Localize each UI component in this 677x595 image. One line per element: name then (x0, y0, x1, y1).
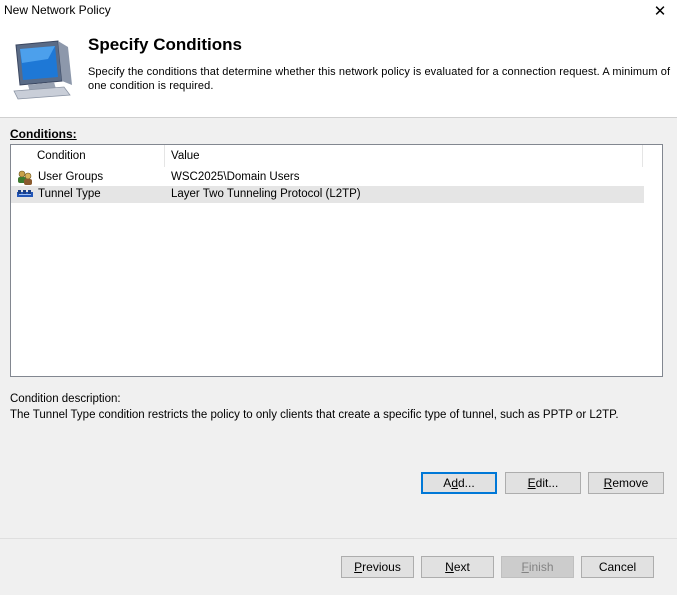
conditions-list[interactable]: Condition Value User Groups WSC2025\Doma… (10, 144, 663, 377)
close-button[interactable]: ✕ (643, 0, 677, 21)
page-title: Specify Conditions (88, 35, 242, 54)
cancel-button[interactable]: Cancel (581, 556, 654, 578)
vertical-scrollbar[interactable] (644, 145, 662, 376)
close-icon: ✕ (653, 2, 667, 20)
column-header-value[interactable]: Value (165, 145, 643, 167)
edit-button[interactable]: Edit... (505, 472, 581, 494)
condition-value: WSC2025\Domain Users (171, 171, 300, 183)
tunnel-type-icon (17, 190, 33, 197)
page-description: Specify the conditions that determine wh… (88, 66, 671, 92)
add-button[interactable]: Add... (421, 472, 497, 494)
list-item[interactable]: Tunnel Type Layer Two Tunneling Protocol… (11, 186, 644, 203)
remove-button[interactable]: Remove (588, 472, 664, 494)
condition-description-label: Condition description: (10, 393, 121, 405)
list-header: Condition Value (11, 145, 644, 167)
conditions-label: Conditions: (10, 127, 77, 141)
list-item[interactable]: User Groups WSC2025\Domain Users (11, 169, 644, 186)
condition-name: Tunnel Type (38, 188, 101, 200)
title-bar: New Network Policy ✕ (0, 0, 677, 21)
window-title: New Network Policy (4, 3, 111, 17)
wizard-footer: Previous Next Finish Cancel (0, 539, 677, 595)
previous-button[interactable]: Previous (341, 556, 414, 578)
condition-value: Layer Two Tunneling Protocol (L2TP) (171, 188, 361, 200)
wizard-header: Specify Conditions Specify the condition… (0, 21, 677, 117)
user-groups-icon (18, 170, 32, 185)
condition-description-text: The Tunnel Type condition restricts the … (10, 409, 619, 421)
condition-name: User Groups (38, 171, 104, 183)
computer-monitor-icon (13, 40, 72, 100)
next-button[interactable]: Next (421, 556, 494, 578)
content-panel: Conditions: Condition Value User Groups … (0, 118, 677, 538)
finish-button[interactable]: Finish (501, 556, 574, 578)
column-header-condition[interactable]: Condition (31, 145, 165, 167)
